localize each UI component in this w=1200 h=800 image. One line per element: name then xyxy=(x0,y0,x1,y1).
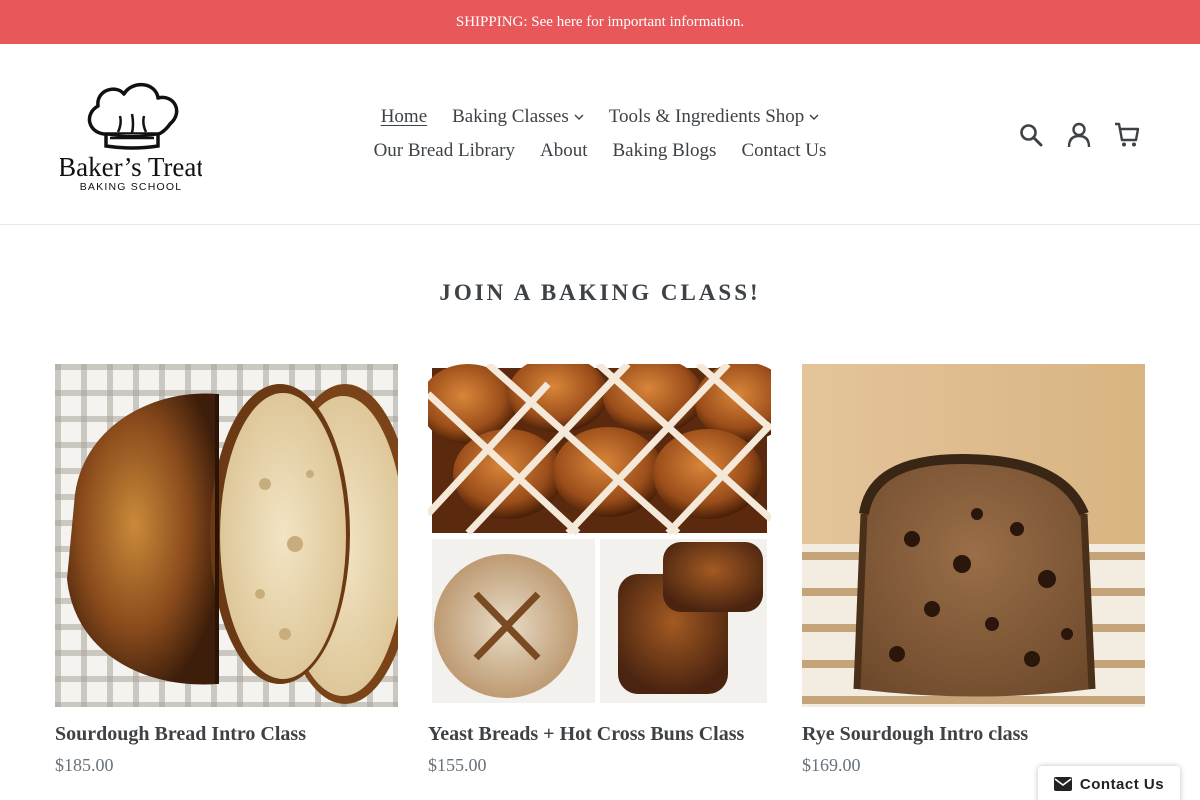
announcement-text: SHIPPING: See here for important informa… xyxy=(455,13,745,30)
product-title[interactable]: Rye Sourdough Intro class xyxy=(802,723,1145,746)
account-icon[interactable] xyxy=(1064,120,1094,150)
announcement-bar[interactable]: SHIPPING: See here for important informa… xyxy=(0,0,1200,44)
envelope-icon xyxy=(1053,777,1072,791)
nav-row-1: Home Baking Classes Tools & Ingredients … xyxy=(360,100,840,134)
product-price: $155.00 xyxy=(428,755,487,775)
nav-item-about[interactable]: About xyxy=(540,140,588,162)
product-image-sourdough[interactable] xyxy=(55,364,398,707)
product-price: $185.00 xyxy=(55,755,114,775)
brand-tagline: BAKING SCHOOL xyxy=(80,181,183,193)
nav-item-baking-classes[interactable]: Baking Classes xyxy=(452,106,584,128)
nav-item-label: Home xyxy=(380,106,428,127)
product-card[interactable]: Sourdough Bread Intro Class $185.00 xyxy=(55,364,398,776)
product-image-hot-cross-buns[interactable] xyxy=(428,364,771,707)
nav-item-baking-blogs[interactable]: Baking Blogs xyxy=(612,140,716,162)
cart-icon[interactable] xyxy=(1112,120,1142,150)
brand-name: Baker’s Treat xyxy=(60,152,202,182)
nav-item-label: Our Bread Library xyxy=(373,140,515,161)
nav-row-2: Our Bread Library About Baking Blogs Con… xyxy=(360,134,840,168)
product-card[interactable]: Rye Sourdough Intro class $169.00 xyxy=(802,364,1145,776)
main-nav: Home Baking Classes Tools & Ingredients … xyxy=(360,100,840,168)
contact-widget-label: Contact Us xyxy=(1079,775,1165,793)
section-title: JOIN A BAKING CLASS! xyxy=(439,280,761,305)
nav-item-label: Tools & Ingredients Shop xyxy=(608,106,805,127)
nav-item-home[interactable]: Home xyxy=(381,106,427,128)
product-image-rye[interactable] xyxy=(802,364,1145,707)
chevron-down-icon xyxy=(574,114,584,120)
nav-item-label: Baking Blogs xyxy=(612,140,717,161)
search-icon[interactable] xyxy=(1016,120,1046,150)
nav-item-label: Baking Classes xyxy=(452,106,569,127)
nav-item-contact[interactable]: Contact Us xyxy=(741,140,826,162)
product-card[interactable]: Yeast Breads + Hot Cross Buns Class $155… xyxy=(428,364,771,776)
nav-item-tools-shop[interactable]: Tools & Ingredients Shop xyxy=(609,106,820,128)
product-title[interactable]: Yeast Breads + Hot Cross Buns Class xyxy=(428,723,771,746)
header-icons xyxy=(1016,118,1142,152)
site-header: Baker’s Treat BAKING SCHOOL Home Baking … xyxy=(0,44,1200,225)
chef-hat-logo: Baker’s Treat BAKING SCHOOL xyxy=(60,83,202,193)
logo[interactable]: Baker’s Treat BAKING SCHOOL xyxy=(60,76,202,194)
chevron-down-icon xyxy=(809,114,819,120)
nav-item-bread-library[interactable]: Our Bread Library xyxy=(374,140,515,162)
nav-item-label: Contact Us xyxy=(741,140,827,161)
contact-us-widget[interactable]: Contact Us xyxy=(1038,766,1180,800)
product-title[interactable]: Sourdough Bread Intro Class xyxy=(55,723,398,746)
nav-item-label: About xyxy=(539,140,588,161)
